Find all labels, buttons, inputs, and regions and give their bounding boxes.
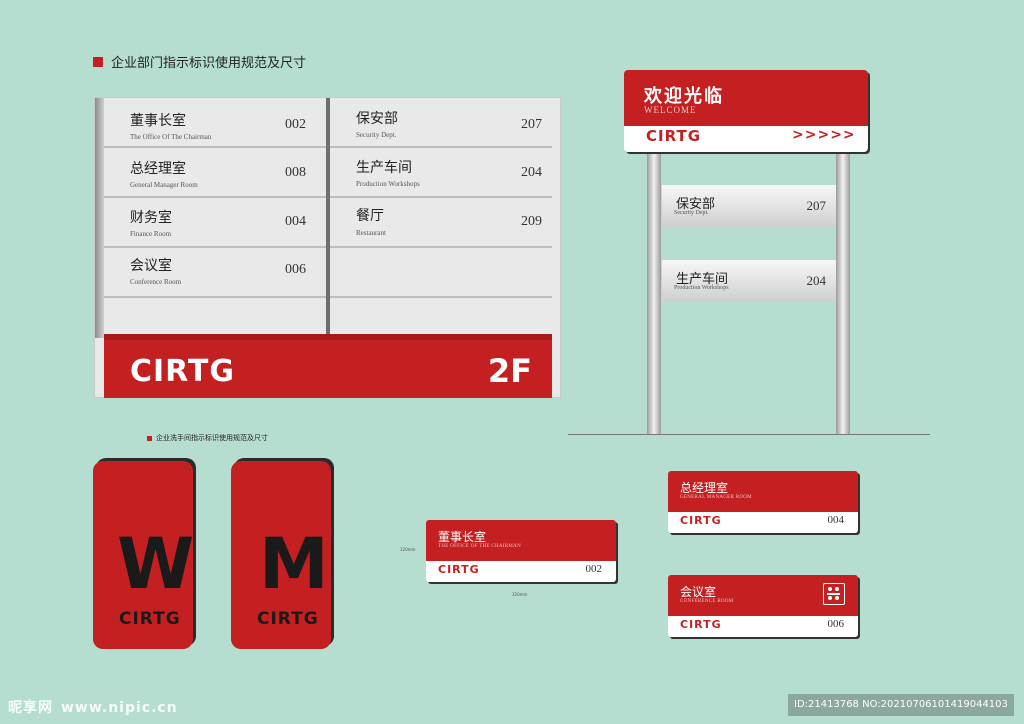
section-title-restroom: 企业洗手间指示标识使用规范及尺寸 (147, 433, 268, 443)
meeting-icon (823, 583, 845, 605)
directory-board: 董事长室 The Office Of The Chairman 002 总经理室… (94, 97, 561, 398)
plate-header: 董事长室 THE OFFICE OF THE CHAIRMAN (426, 520, 616, 558)
door-plate: 总经理室 GENERAL MANAGER ROOM CIRTG 004 (668, 471, 858, 533)
room-name: 董事长室 (438, 530, 487, 544)
room-name-en: THE OFFICE OF THE CHAIRMAN (438, 544, 521, 549)
row-divider (330, 296, 552, 298)
ground-line (568, 434, 930, 435)
board-edge (95, 98, 104, 338)
door-plate: 会议室 CONFERENCE ROOM CIRTG 006 (668, 575, 858, 637)
hanging-sign: 生产车间 Production Workshops 204 (662, 260, 836, 302)
directory-right-column: 保安部 Security Dept. 207 生产车间 Production W… (330, 98, 552, 298)
room-number: 204 (521, 165, 542, 180)
directory-row: 财务室 Finance Room 004 (104, 198, 326, 246)
room-name: 会议室 (680, 585, 717, 599)
cirtg-logo: CIRTG (680, 618, 722, 631)
door-plate-gm: 总经理室 GENERAL MANAGER ROOM CIRTG 004 (668, 471, 858, 533)
plate-header: 总经理室 GENERAL MANAGER ROOM (668, 471, 858, 509)
watermark-id: ID:21413768 NO:20210706101419044103 (788, 694, 1014, 716)
room-number: 209 (521, 214, 542, 229)
room-number: 207 (521, 117, 542, 132)
room-name: 董事长室 (130, 113, 186, 129)
room-name: 总经理室 (680, 481, 729, 495)
welcome-band (624, 122, 868, 126)
cirtg-logo: CIRTG (130, 354, 236, 389)
room-name-en: Restaurant (356, 229, 386, 237)
directory-row: 生产车间 Production Workshops 204 (330, 148, 552, 196)
room-name-en: CONFERENCE ROOM (680, 599, 734, 604)
dimension-height: 120mm (400, 547, 416, 552)
dimension-width: 320mm (512, 592, 528, 597)
plate-band (668, 613, 858, 616)
arrows-icon: >>>>> (792, 127, 856, 143)
welcome-sign: 欢迎光临 WELCOME CIRTG >>>>> (624, 70, 868, 152)
room-name-en: GENERAL MANAGER ROOM (680, 495, 752, 500)
women-letter: W (117, 523, 195, 605)
room-name: 生产车间 (356, 160, 412, 176)
welcome-subtitle: WELCOME (644, 105, 697, 115)
room-name-en: Production Workshops (674, 285, 729, 291)
room-name-en: Security Dept. (356, 131, 397, 139)
room-number: 002 (285, 117, 306, 132)
board-footer: CIRTG 2F (104, 334, 552, 398)
room-name-en: The Office Of The Chairman (130, 133, 212, 141)
bullet-square-icon (147, 435, 152, 441)
room-name-en: Production Workshops (356, 180, 420, 188)
floor-label: 2F (487, 352, 532, 390)
watermark-site-name: 昵享网 (8, 700, 53, 716)
room-number: 006 (827, 618, 845, 630)
room-name: 餐厅 (356, 208, 384, 224)
room-name-en: Conference Room (130, 278, 182, 286)
cirtg-logo: CIRTG (646, 127, 702, 145)
door-plate: 董事长室 THE OFFICE OF THE CHAIRMAN CIRTG 00… (426, 520, 616, 582)
room-number: 207 (806, 198, 827, 213)
welcome-header: 欢迎光临 WELCOME (624, 70, 868, 122)
directory-row: 董事长室 The Office Of The Chairman 002 (104, 98, 326, 146)
sign-pole-right (836, 150, 850, 434)
watermark-site: 昵享网 www.nipic.cn (8, 693, 178, 717)
directory-left-column: 董事长室 The Office Of The Chairman 002 总经理室… (104, 98, 326, 298)
room-number: 204 (806, 273, 827, 288)
plate-band (668, 509, 858, 512)
room-name: 财务室 (130, 210, 172, 226)
directory-row: 保安部 Security Dept. 207 (330, 98, 552, 146)
directory-row: 总经理室 General Manager Room 008 (104, 148, 326, 196)
room-number: 004 (285, 214, 306, 229)
section-title-text: 企业部门指示标识使用规范及尺寸 (111, 56, 307, 71)
watermark-url: www.nipic.cn (60, 700, 178, 716)
row-divider (104, 296, 326, 298)
room-name: 会议室 (130, 258, 172, 274)
room-name-en: General Manager Room (130, 181, 198, 189)
door-plate-conference: 会议室 CONFERENCE ROOM CIRTG 006 (668, 575, 858, 637)
plate-band (426, 558, 616, 561)
cirtg-logo: CIRTG (438, 563, 480, 576)
restroom-sign-men: M CIRTG (231, 461, 331, 649)
section-title-text: 企业洗手间指示标识使用规范及尺寸 (156, 434, 268, 442)
room-name: 保安部 (356, 111, 398, 127)
room-name-en: Finance Room (130, 230, 172, 238)
cirtg-logo: CIRTG (680, 514, 722, 527)
sign-pole-left (647, 150, 661, 434)
restroom-sign-women: W CIRTG (93, 461, 195, 649)
room-number: 008 (285, 165, 306, 180)
plate-header: 会议室 CONFERENCE ROOM (668, 575, 858, 613)
hanging-sign: 保安部 Security Dept. 207 (662, 185, 836, 227)
room-number: 004 (827, 514, 845, 526)
bullet-square-icon (93, 56, 103, 67)
room-name: 总经理室 (130, 161, 186, 177)
room-name-en: Security Dept. (674, 210, 709, 216)
directory-row: 餐厅 Restaurant 209 (330, 198, 552, 246)
room-number: 006 (285, 262, 306, 277)
cirtg-logo: CIRTG (119, 609, 181, 629)
men-letter: M (259, 523, 329, 605)
section-title-department: 企业部门指示标识使用规范及尺寸 (93, 52, 306, 71)
directory-row: 会议室 Conference Room 006 (104, 248, 326, 296)
door-plate-chairman: 董事长室 THE OFFICE OF THE CHAIRMAN CIRTG 00… (426, 520, 616, 582)
cirtg-logo: CIRTG (257, 609, 319, 629)
directory-row-empty (330, 248, 552, 296)
room-number: 002 (585, 563, 603, 575)
